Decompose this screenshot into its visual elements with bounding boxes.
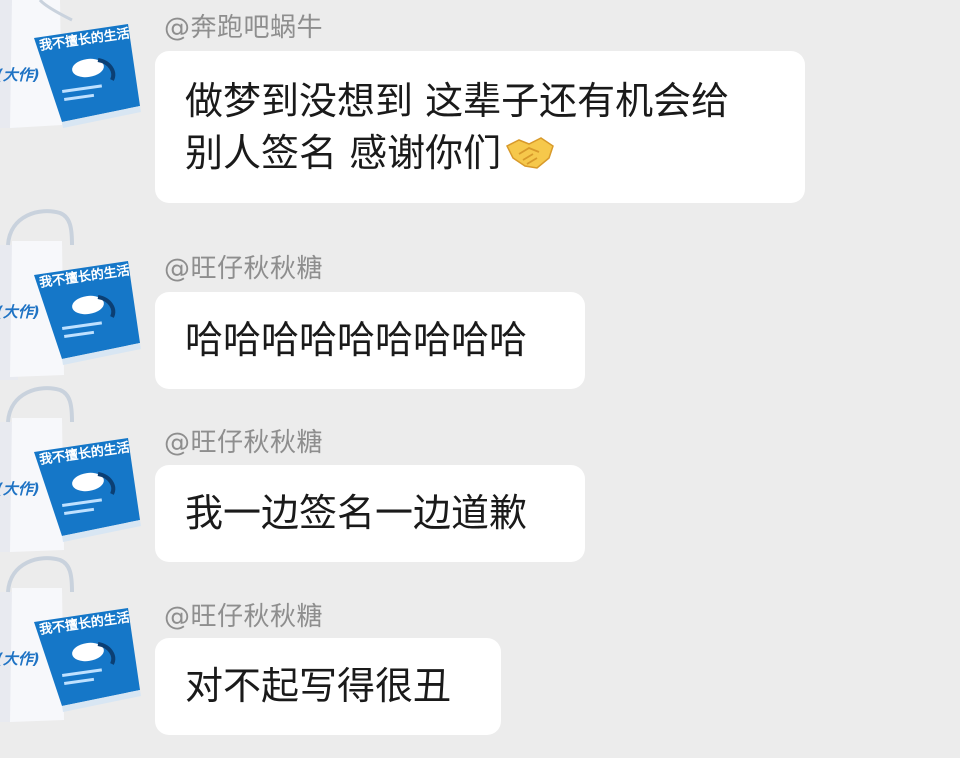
- bag-text: (大作): [0, 66, 40, 84]
- message-text: 做梦到没想到 这辈子还有机会给: [185, 79, 730, 123]
- message-text: 哈哈哈哈哈哈哈哈哈: [185, 318, 528, 362]
- bag-text: (大作): [0, 480, 40, 498]
- message-text: 对不起写得很丑: [185, 664, 452, 708]
- message-bubble[interactable]: 我一边签名一边道歉: [155, 465, 585, 562]
- message-bubble[interactable]: 哈哈哈哈哈哈哈哈哈: [155, 292, 585, 389]
- sender-name[interactable]: @旺仔秋秋糖: [164, 248, 323, 285]
- avatar[interactable]: (大作) 我不擅长的生活: [0, 552, 150, 722]
- message-bubble[interactable]: 做梦到没想到 这辈子还有机会给 别人签名 感谢你们: [155, 51, 805, 203]
- sender-name[interactable]: @旺仔秋秋糖: [164, 596, 323, 633]
- chat-area: (大作) 我不擅长的生活 @奔跑吧蜗牛 做梦到没想到 这辈子还有机会给 别人签名…: [0, 0, 960, 758]
- sender-name[interactable]: @旺仔秋秋糖: [164, 422, 323, 459]
- message-text: 我一边签名一边道歉: [185, 491, 528, 535]
- message-bubble[interactable]: 对不起写得很丑: [155, 638, 501, 735]
- bag-text: (大作): [0, 303, 40, 321]
- sender-name[interactable]: @奔跑吧蜗牛: [164, 7, 323, 44]
- handshake-emoji-icon: [505, 132, 555, 185]
- message-text-line: 别人签名 感谢你们: [185, 127, 775, 185]
- avatar[interactable]: (大作) 我不擅长的生活: [0, 205, 150, 380]
- bag-text: (大作): [0, 650, 40, 668]
- avatar[interactable]: (大作) 我不擅长的生活: [0, 0, 150, 128]
- message-text: 别人签名 感谢你们: [185, 131, 502, 175]
- avatar[interactable]: (大作) 我不擅长的生活: [0, 382, 150, 552]
